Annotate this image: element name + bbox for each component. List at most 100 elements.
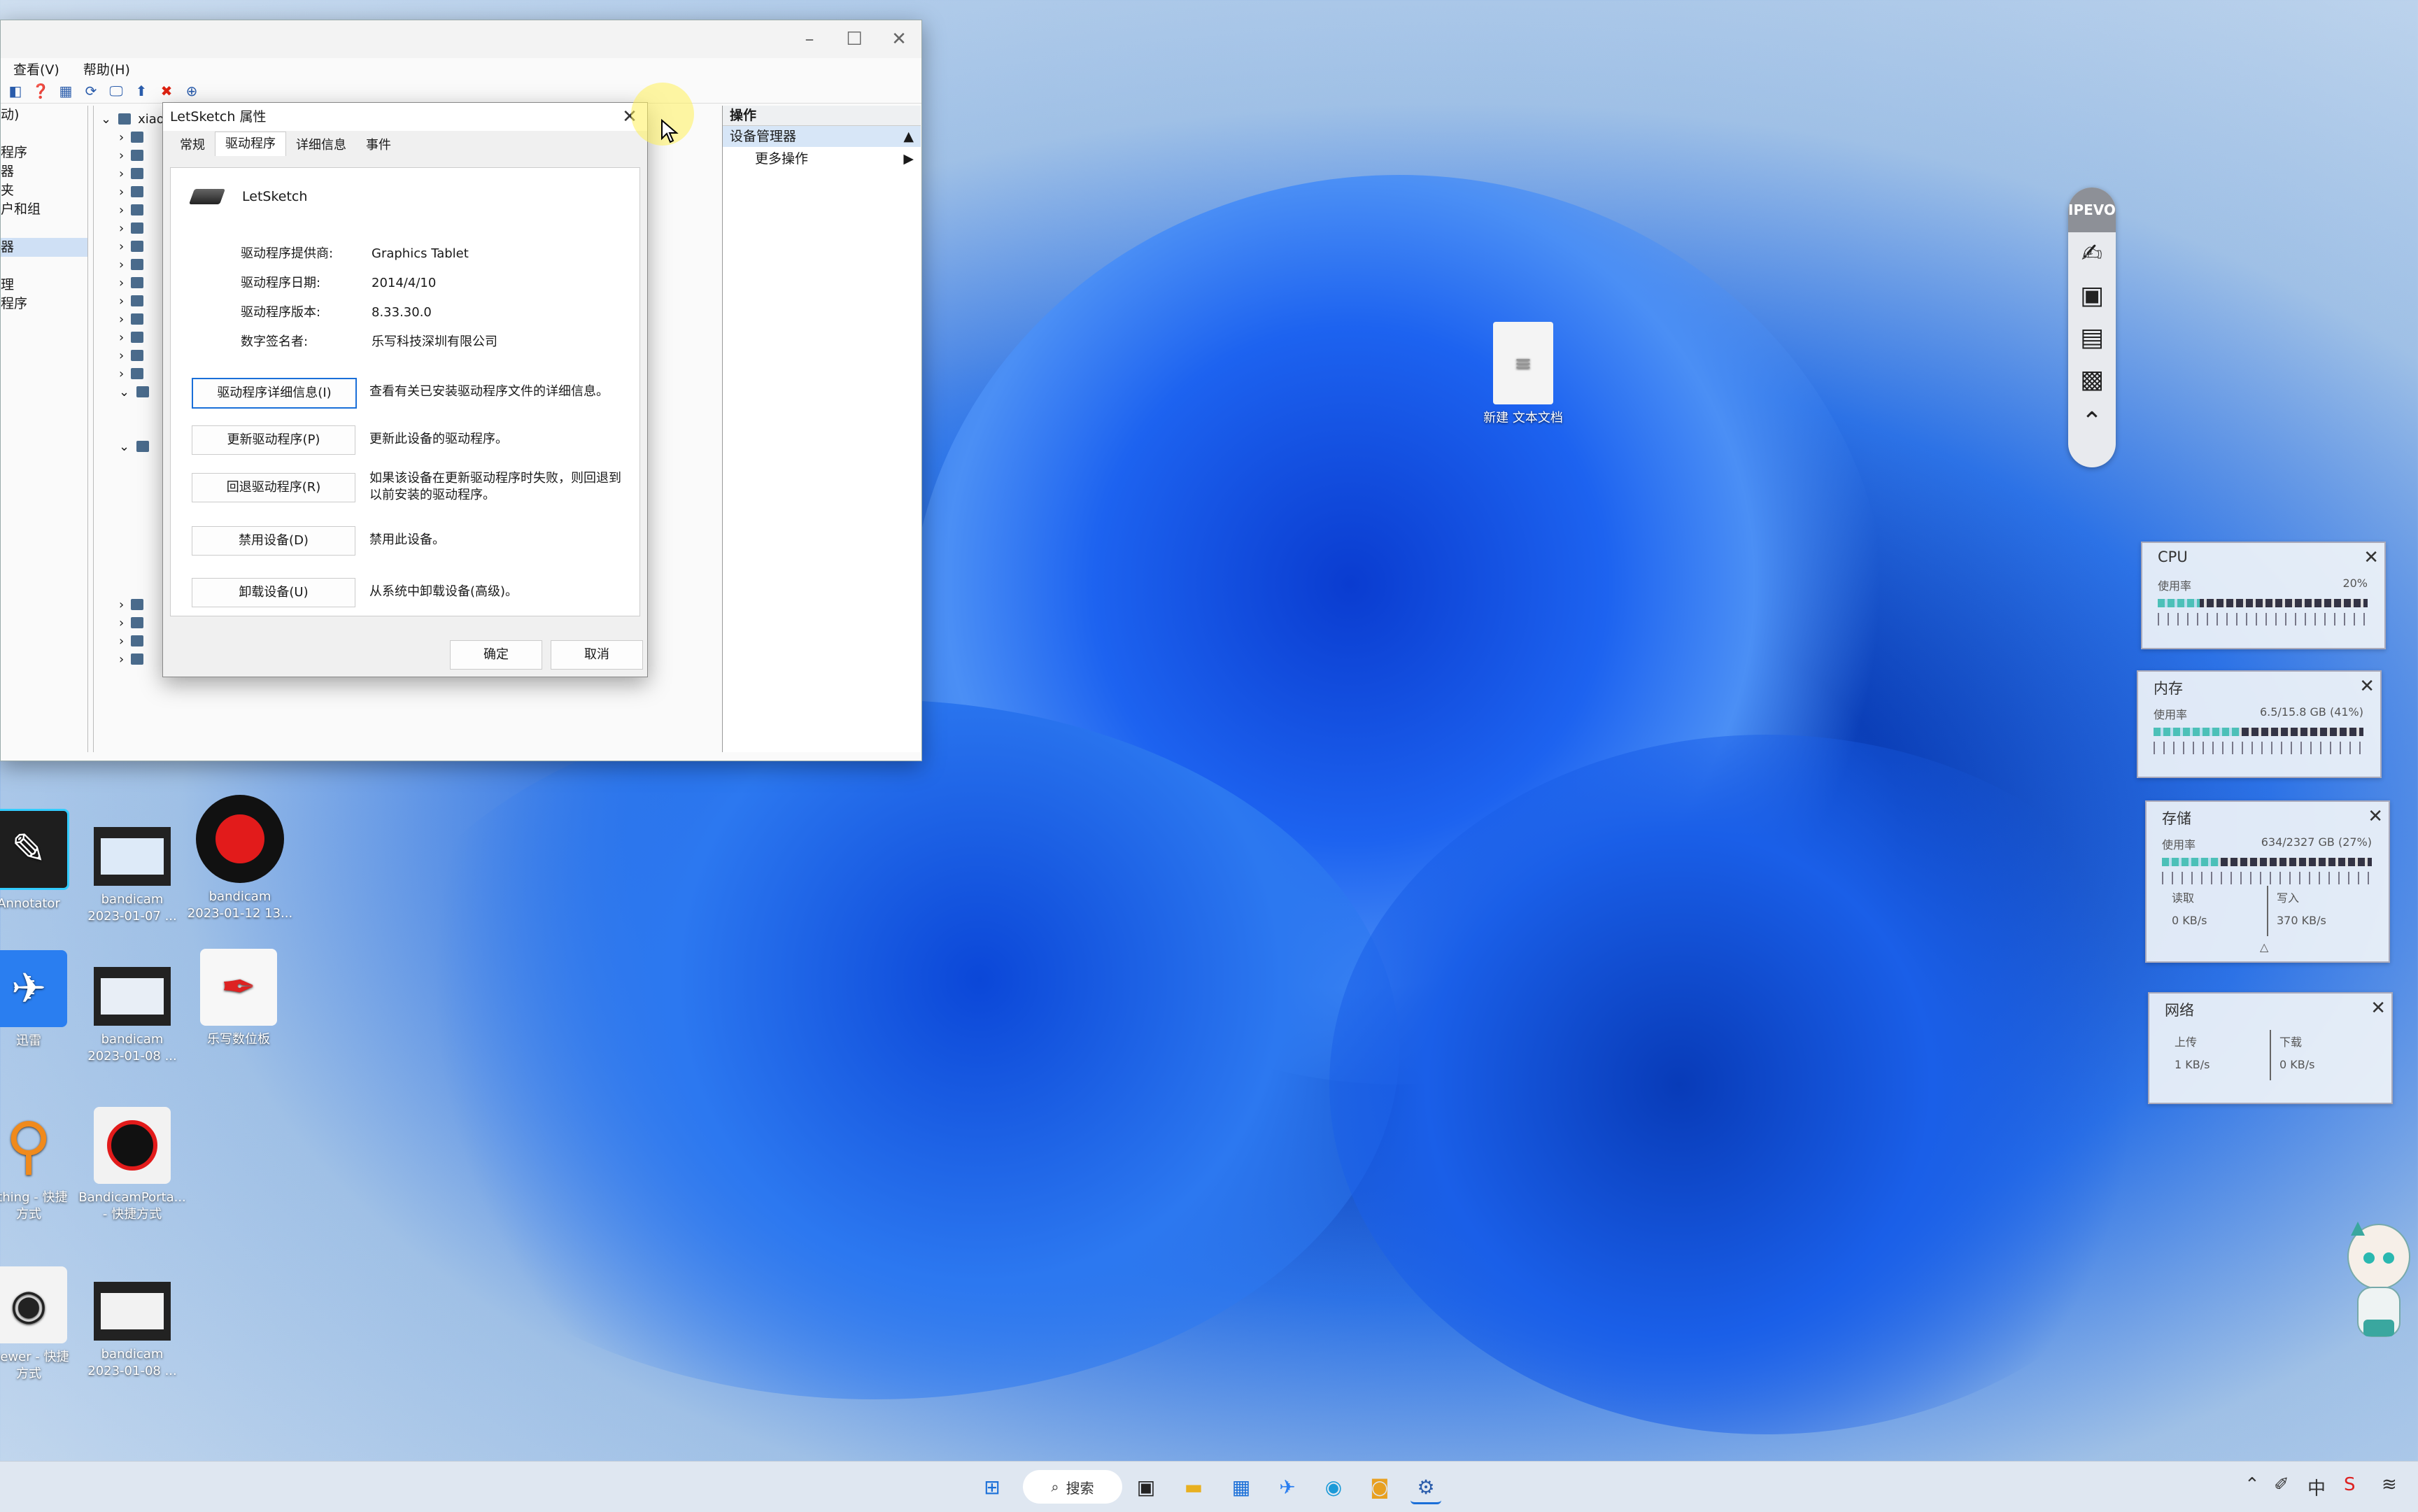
tree-item[interactable]: › (119, 293, 144, 309)
pen-tray-icon[interactable]: ✐ (2274, 1474, 2289, 1495)
left-item[interactable] (1, 125, 87, 143)
close-icon[interactable]: ✕ (2370, 998, 2386, 1019)
left-item[interactable]: 程序 (1, 143, 87, 162)
help-icon[interactable]: ❓ (31, 82, 50, 100)
chevron-up-icon[interactable]: ⌃ (2244, 1474, 2260, 1495)
tree-item[interactable]: › (119, 615, 144, 630)
tree-item[interactable]: › (119, 311, 144, 327)
tab-driver[interactable]: 驱动程序 (215, 132, 286, 156)
tree-item[interactable]: › (119, 366, 144, 381)
properties-dialog[interactable]: LetSketch 属性 ✕ 常规 驱动程序 详细信息 事件 LetSketch… (162, 102, 648, 677)
whiteboard-icon[interactable]: ▣ (2068, 274, 2116, 316)
ok-button[interactable]: 确定 (450, 640, 542, 670)
left-item[interactable]: 理 (1, 276, 87, 295)
tree-item[interactable]: › (119, 597, 144, 612)
menu-view[interactable]: 查看(V) (13, 59, 59, 78)
properties-icon[interactable]: ▦ (57, 82, 75, 100)
tree-item[interactable]: ⌄ (119, 439, 150, 454)
download-icon[interactable]: ⊕ (183, 82, 201, 100)
tree-item[interactable]: › (119, 348, 144, 363)
left-item[interactable]: 夹 (1, 181, 87, 200)
left-item[interactable]: 器 (1, 162, 87, 181)
camera-icon[interactable]: ▩ (2068, 358, 2116, 400)
desktop-icon-letsketch[interactable]: ✒ 乐写数位板 (179, 949, 298, 1048)
update-driver-icon[interactable]: ⬆ (132, 82, 150, 100)
refresh-icon[interactable]: ⟳ (82, 82, 100, 100)
desktop-icon-label: 乐写数位板 (207, 1032, 270, 1047)
tree-item[interactable]: › (119, 257, 144, 272)
chevron-down-icon[interactable]: ⌄ (101, 112, 111, 127)
task-view-icon[interactable]: ▣ (1131, 1471, 1161, 1502)
close-icon[interactable]: ✕ (2363, 547, 2379, 568)
xunlei-icon[interactable]: ✈ (1272, 1471, 1303, 1502)
window-titlebar[interactable]: – ☐ ✕ (1, 20, 921, 58)
tree-item[interactable]: › (119, 330, 144, 345)
menu-help[interactable]: 帮助(H) (83, 59, 130, 78)
tree-item[interactable]: › (119, 220, 144, 236)
cpu-monitor-widget[interactable]: CPU ✕ 使用率 20% (2141, 542, 2386, 649)
actions-device-manager[interactable]: 设备管理器 ▲ (723, 126, 921, 147)
desktop-icon-new-text-doc[interactable]: ≡ 新建 文本文档 (1464, 322, 1583, 427)
left-item[interactable] (1, 219, 87, 238)
tab-general[interactable]: 常规 (170, 135, 215, 156)
taskbar-search[interactable]: ⌕ 搜索 (1023, 1470, 1122, 1504)
store-icon[interactable]: ▦ (1226, 1471, 1257, 1502)
device-header: LetSketch (188, 189, 307, 204)
start-button[interactable]: ⊞ (977, 1471, 1008, 1502)
close-button[interactable]: ✕ (877, 26, 921, 52)
tree-item[interactable]: › (119, 202, 144, 218)
rollback-driver-button[interactable]: 回退驱动程序(R) (192, 473, 355, 502)
tree-item[interactable]: › (119, 184, 144, 199)
tree-item[interactable]: › (119, 651, 144, 667)
tree-item[interactable]: › (119, 148, 144, 163)
wifi-icon[interactable]: ≋ (2382, 1474, 2397, 1495)
uninstall-device-button[interactable]: 卸载设备(U) (192, 578, 355, 607)
back-icon[interactable]: ◧ (6, 82, 24, 100)
left-item[interactable]: 户和组 (1, 200, 87, 219)
desktop-icon-bandicam-video[interactable]: bandicam 2023-01-08 ... (73, 1282, 192, 1380)
desktop-icon-bandicam-video[interactable]: bandicam 2023-01-08 ... (73, 967, 192, 1065)
desktop-mascot-image[interactable] (2337, 1215, 2418, 1348)
edge-icon[interactable]: ◉ (1318, 1471, 1349, 1502)
close-icon[interactable]: ✕ (2359, 676, 2375, 697)
cancel-button[interactable]: 取消 (551, 640, 643, 670)
driver-details-button[interactable]: 驱动程序详细信息(I) (192, 378, 357, 409)
file-explorer-icon[interactable]: ▬ (1178, 1471, 1209, 1502)
ime-icon[interactable]: 中 (2307, 1474, 2326, 1500)
tree-item[interactable]: › (119, 166, 144, 181)
desktop-icon-bandicam-tool[interactable]: bandicam 2023-01-12 13... (181, 795, 299, 922)
chevron-up-icon[interactable]: ⌃ (2068, 400, 2116, 442)
left-item[interactable]: 程序 (1, 295, 87, 313)
tree-item[interactable]: ⌄ (119, 384, 150, 400)
tree-item[interactable]: › (119, 275, 144, 290)
close-icon[interactable]: ✕ (2368, 806, 2383, 827)
tree-item[interactable]: › (119, 239, 144, 254)
tray-app-icon[interactable]: S (2344, 1474, 2356, 1495)
left-item[interactable]: 动) (1, 106, 87, 125)
tree-item[interactable]: › (119, 129, 144, 145)
pen-icon[interactable]: ✍ (2068, 232, 2116, 274)
tab-events[interactable]: 事件 (356, 135, 401, 156)
left-item[interactable]: 器 (1, 238, 87, 257)
bandicam-record-icon (196, 795, 284, 883)
left-item[interactable] (1, 257, 87, 276)
tree-root[interactable]: ⌄ xiao (101, 111, 164, 127)
app-icon[interactable]: ◙ (1364, 1471, 1395, 1502)
minimize-button[interactable]: – (787, 26, 832, 52)
uninstall-icon[interactable]: ✖ (157, 82, 176, 100)
monitor-icon[interactable]: 🖵 (107, 82, 125, 100)
tree-item[interactable]: › (119, 633, 144, 649)
disable-device-button[interactable]: 禁用设备(D) (192, 526, 355, 556)
memory-monitor-widget[interactable]: 内存 ✕ 使用率 6.5/15.8 GB (41%) (2137, 670, 2382, 778)
update-driver-button[interactable]: 更新驱动程序(P) (192, 425, 355, 455)
more-actions[interactable]: 更多操作 ▶ (723, 147, 921, 171)
dialog-titlebar[interactable]: LetSketch 属性 ✕ (163, 103, 647, 131)
desktop-icon-bandicam-video[interactable]: bandicam 2023-01-07 ... (73, 809, 192, 925)
desktop-icon-bandicam-portable[interactable]: BandicamPorta... - 快捷方式 (73, 1107, 192, 1223)
storage-monitor-widget[interactable]: 存储 ✕ 使用率 634/2327 GB (27%) 读取 0 KB/s 写入 … (2145, 800, 2390, 963)
maximize-button[interactable]: ☐ (832, 26, 877, 52)
annotate-icon[interactable]: ▤ (2068, 316, 2116, 358)
device-manager-taskbar-icon[interactable]: ⚙ (1410, 1471, 1441, 1504)
tab-details[interactable]: 详细信息 (286, 135, 356, 156)
network-monitor-widget[interactable]: 网络 ✕ 上传 1 KB/s 下载 0 KB/s (2148, 992, 2393, 1104)
